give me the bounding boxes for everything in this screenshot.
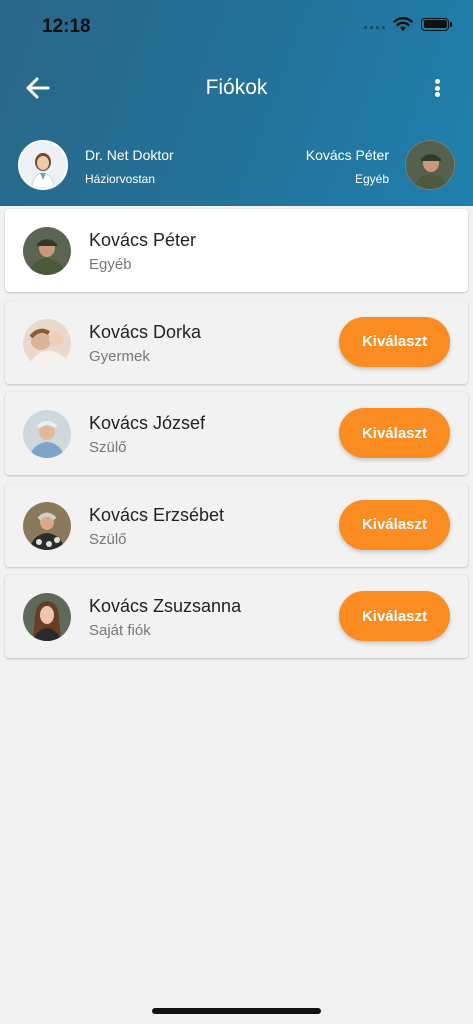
wifi-icon [393,17,413,31]
account-role: Szülő [89,530,127,548]
doctor-avatar [18,140,68,190]
account-row-kovacs-dorka: Kovács Dorka Gyermek Kiválaszt [5,300,468,384]
account-name: Kovács Erzsébet [89,504,225,525]
account-row-kovacs-zsuzsanna: Kovács Zsuzsanna Saját fiók Kiválaszt [5,575,468,658]
select-button[interactable]: Kiválaszt [339,408,450,458]
status-icons [364,16,452,32]
select-button[interactable]: Kiválaszt [339,591,450,641]
select-button[interactable]: Kiválaszt [339,316,450,367]
account-list: Kovács Péter Egyéb Kovács Dorka Gyermek … [5,209,468,667]
account-role: Gyermek [89,347,150,365]
account-avatar [23,227,71,275]
doctor-role: Háziorvostan [85,172,156,186]
account-name: Kovács Péter [89,230,197,250]
account-name: Kovács Zsuzsanna [89,596,242,616]
page-title: Fiókok [205,76,268,99]
app-header: 12:18 Fiókok Dr. Net Doktor Háziorvostan… [0,0,473,206]
account-avatar [23,318,71,367]
current-user-name: Kovács Péter [305,147,389,163]
signal-icon [364,19,385,29]
current-user-role: Egyéb [354,172,389,186]
account-row-kovacs-jozsef: Kovács József Szülő Kiválaszt [5,392,468,475]
battery-icon [421,17,452,31]
doctor-name: Dr. Net Doktor [85,147,174,163]
account-avatar [23,410,71,458]
account-role: Saját fiók [89,622,151,639]
status-time: 12:18 [42,16,91,37]
more-vertical-icon[interactable] [427,76,447,100]
home-indicator[interactable] [152,1008,321,1014]
current-user-avatar[interactable] [405,140,455,190]
account-name: Kovács József [89,413,206,433]
account-avatar [23,501,71,550]
account-row-kovacs-erzsebet: Kovács Erzsébet Szülő Kiválaszt [5,483,468,567]
account-role: Egyéb [89,256,132,273]
account-row-kovacs-peter[interactable]: Kovács Péter Egyéb [5,209,468,292]
account-avatar [23,593,71,641]
account-name: Kovács Dorka [89,321,202,342]
select-button[interactable]: Kiválaszt [339,499,450,550]
account-role: Szülő [89,439,127,456]
